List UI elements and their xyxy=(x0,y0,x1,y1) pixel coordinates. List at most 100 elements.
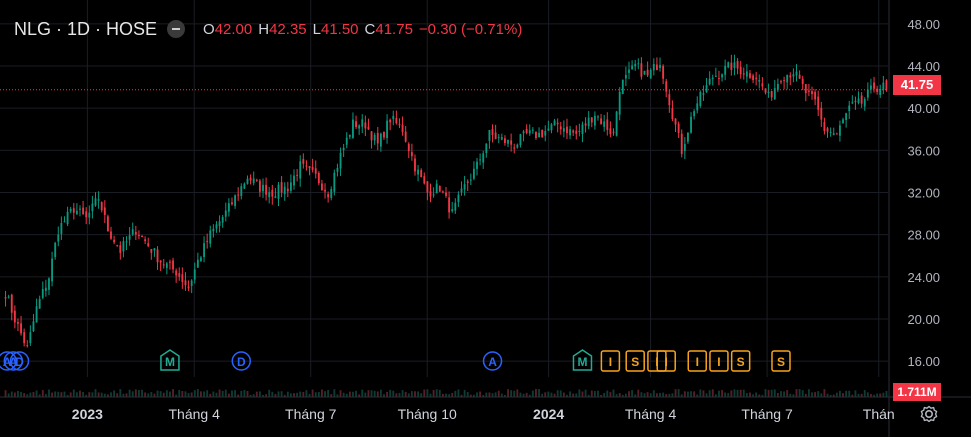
candle-body xyxy=(742,73,745,75)
candle-body xyxy=(615,111,618,136)
candle-body xyxy=(752,75,755,81)
candle-body xyxy=(339,152,342,169)
candle-body xyxy=(798,74,801,79)
volume-bar xyxy=(578,389,581,397)
candle-body xyxy=(165,263,168,268)
candle-body xyxy=(612,131,615,133)
candle-body xyxy=(324,189,326,192)
candle-body xyxy=(150,248,153,253)
price-chart[interactable]: AAD M D A M I S I I I I S S 48.0044.0040.0036.0032.0… xyxy=(0,0,971,437)
high-label: H xyxy=(258,20,270,38)
candle-body xyxy=(705,85,708,93)
candle-body xyxy=(643,70,646,75)
candle-body xyxy=(29,332,32,344)
candle-body xyxy=(221,217,224,223)
volume-bar xyxy=(690,391,692,397)
price-tick-label: 28.00 xyxy=(907,228,940,243)
volume-bar xyxy=(234,390,237,397)
candle-body xyxy=(69,208,72,212)
volume-bar xyxy=(280,391,283,397)
time-tick-label: Thán xyxy=(863,406,895,422)
candle-body xyxy=(556,122,559,125)
candle-body xyxy=(410,152,413,157)
candle-body xyxy=(383,131,385,138)
volume-bar xyxy=(420,393,423,397)
price-tick-label: 48.00 xyxy=(907,17,940,32)
candle-body xyxy=(749,73,751,78)
open-label: O xyxy=(203,20,215,38)
volume-bar xyxy=(137,390,140,397)
collapse-legend-icon[interactable] xyxy=(167,20,186,38)
candle-body xyxy=(724,65,727,75)
volume-bar xyxy=(7,393,10,397)
volume-bar xyxy=(863,390,866,397)
candle-body xyxy=(500,137,503,140)
price-tick-label: 16.00 xyxy=(907,354,940,369)
candle-body xyxy=(364,122,367,129)
candle-body xyxy=(528,130,531,134)
volume-bar xyxy=(240,390,243,397)
volume-bar xyxy=(699,389,702,397)
candle-body xyxy=(330,189,333,198)
candle-body xyxy=(624,74,627,79)
volume-bar xyxy=(783,391,786,397)
candle-body xyxy=(525,128,528,133)
volume-bar xyxy=(100,392,103,397)
candle-body xyxy=(832,133,835,135)
volume-bar xyxy=(705,393,708,397)
volume-bar xyxy=(35,390,38,397)
candle-body xyxy=(407,143,410,152)
candle-body xyxy=(268,192,271,198)
volume-bar xyxy=(671,393,674,397)
candle-body xyxy=(547,128,550,131)
volume-bar xyxy=(721,390,723,397)
volume-bar xyxy=(187,393,190,397)
gear-icon[interactable] xyxy=(919,404,939,424)
event-letter: I xyxy=(665,355,668,369)
candle-body xyxy=(35,306,38,323)
volume-bar xyxy=(10,391,13,397)
volume-bar xyxy=(745,393,748,397)
volume-bar xyxy=(491,393,494,397)
symbol-label[interactable]: NLG · 1D · HOSE xyxy=(14,19,157,40)
volume-bar xyxy=(60,392,63,397)
candle-body xyxy=(510,140,513,145)
candle-body xyxy=(7,296,10,298)
candle-body xyxy=(172,260,174,270)
volume-bar xyxy=(162,392,165,397)
candle-body xyxy=(811,91,813,95)
candle-body xyxy=(603,121,606,127)
price-tick-label: 24.00 xyxy=(907,270,940,285)
candle-body xyxy=(60,223,63,235)
candle-body xyxy=(730,62,733,71)
candle-body xyxy=(423,176,426,184)
candle-body xyxy=(485,143,488,154)
candle-body xyxy=(637,63,640,65)
volume-bar xyxy=(23,393,26,397)
candle-body xyxy=(597,116,599,118)
open-value: 42.00 xyxy=(214,20,253,38)
candle-body xyxy=(866,89,869,98)
volume-bar xyxy=(786,390,789,397)
candle-body xyxy=(559,126,562,130)
candle-body xyxy=(736,60,739,69)
volume-bar xyxy=(97,392,100,397)
close-label: C xyxy=(364,20,376,38)
candle-body xyxy=(584,123,587,126)
volume-bar xyxy=(395,393,398,397)
candle-body xyxy=(4,297,7,299)
candle-body xyxy=(870,85,872,90)
volume-bar xyxy=(767,389,770,397)
volume-bar xyxy=(655,393,658,397)
volume-bar xyxy=(159,391,162,397)
candle-body xyxy=(572,130,575,133)
candle-body xyxy=(128,235,131,240)
event-letter: D xyxy=(15,355,24,369)
candle-body xyxy=(491,128,494,136)
volume-bar xyxy=(637,389,640,397)
candle-body xyxy=(91,203,94,212)
candle-body xyxy=(283,186,286,195)
candle-body xyxy=(761,83,764,87)
candle-body xyxy=(376,132,379,144)
candle-body xyxy=(215,224,218,229)
